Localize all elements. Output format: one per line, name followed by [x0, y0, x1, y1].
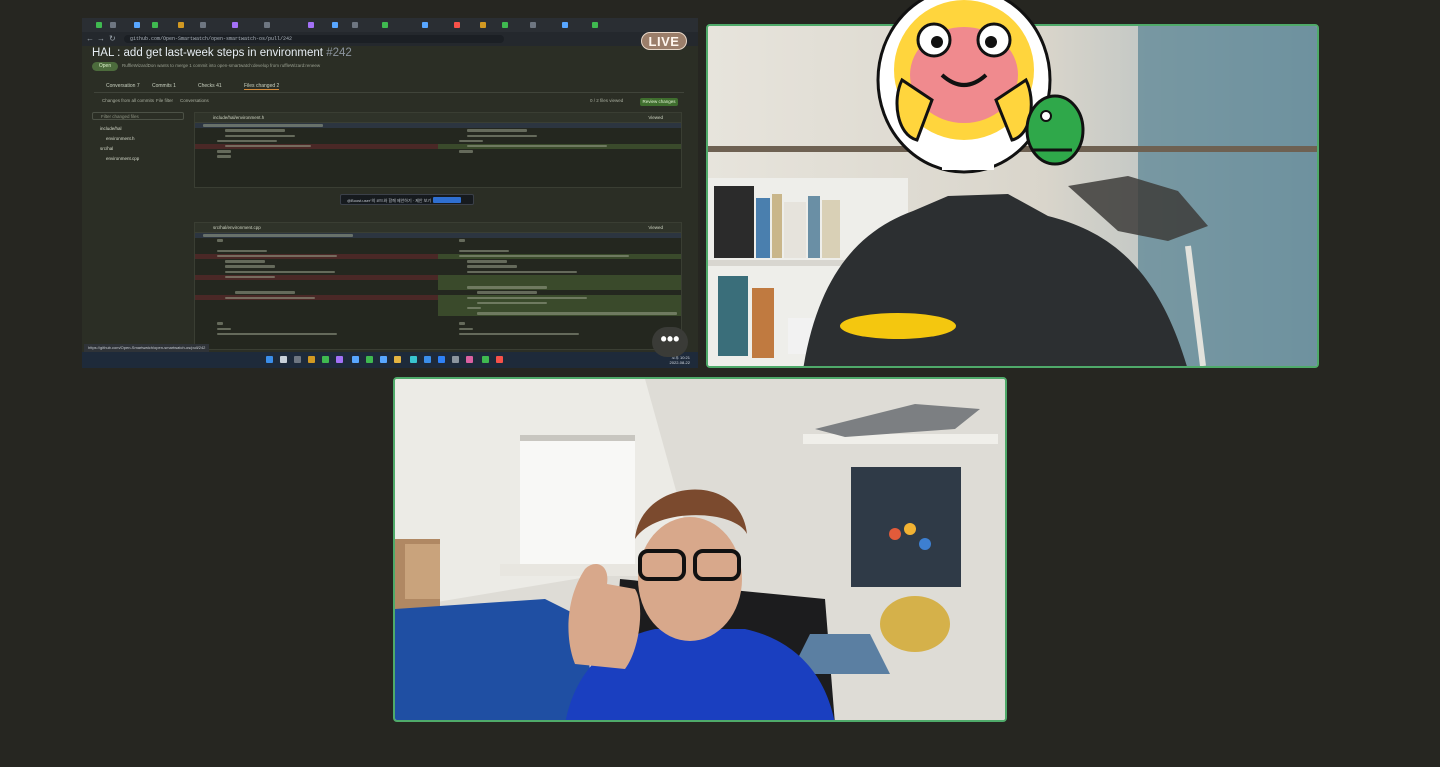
viewed-checkbox[interactable]: Viewed: [648, 223, 663, 232]
screen-share-tile[interactable]: ← → ↻ github.com/Open-Smartwatch/open-sm…: [82, 18, 698, 368]
viewed-checkbox[interactable]: Viewed: [648, 113, 663, 122]
app-icon[interactable]: [410, 356, 417, 363]
diff-header-environment-cpp: src/hal/environment.cpp Viewed: [195, 223, 681, 233]
diff-file-name: src/hal/environment.cpp: [213, 225, 261, 230]
app-icon[interactable]: [466, 356, 473, 363]
app-icon[interactable]: [394, 356, 401, 363]
app-icon[interactable]: [380, 356, 387, 363]
github-pr-page: HAL : add get last-week steps in environ…: [82, 46, 698, 354]
link-hover-status: https://github.com/Open-Smartwatch/open-…: [84, 344, 210, 352]
tab-commits-label: Commits: [152, 83, 172, 89]
tab-commits-count: 1: [173, 83, 176, 89]
app-icon[interactable]: [452, 356, 459, 363]
files-viewed-count: 0 / 2 files viewed: [590, 98, 624, 103]
app-icon[interactable]: [352, 356, 359, 363]
more-options-button[interactable]: •••: [652, 327, 688, 357]
diff-header-environment-h: include/hal/environment.h Viewed: [195, 113, 681, 123]
clock-date: 2022-08-22: [669, 360, 690, 365]
tab-conversation-label: Conversation: [106, 83, 136, 89]
task-view-icon[interactable]: [294, 356, 301, 363]
start-icon[interactable]: [266, 356, 273, 363]
search-icon[interactable]: [280, 356, 287, 363]
tab-checks-label: Checks: [198, 83, 215, 89]
diff-block-environment-h: include/hal/environment.h Viewed: [194, 112, 682, 188]
tab-checks[interactable]: Checks 41: [198, 83, 222, 89]
app-icon[interactable]: [366, 356, 373, 363]
url-field[interactable]: github.com/Open-Smartwatch/open-smartwat…: [124, 35, 504, 43]
pr-state-badge: Open: [92, 62, 118, 71]
tree-folder-src-hal[interactable]: src/hal: [92, 144, 188, 154]
app-icon[interactable]: [482, 356, 489, 363]
changes-from-dropdown[interactable]: Changes from all commits: [102, 98, 154, 103]
diff-file-name: include/hal/environment.h: [213, 115, 265, 120]
pr-number: #242: [326, 47, 352, 59]
app-icon[interactable]: [438, 356, 445, 363]
diff-line: [195, 159, 681, 164]
tab-files-label: Files changed: [244, 83, 276, 89]
tooltip-action-button[interactable]: [433, 197, 461, 203]
review-changes-button[interactable]: Review changes: [640, 98, 678, 106]
explorer-icon[interactable]: [308, 356, 315, 363]
pr-subtitle: RuffleWizardDon wants to merge 1 commit …: [122, 63, 321, 68]
forward-icon[interactable]: →: [97, 34, 105, 43]
camera-feed-2: [395, 379, 1005, 720]
app-icon[interactable]: [322, 356, 329, 363]
pr-title: HAL : add get last-week steps in environ…: [92, 47, 352, 59]
tab-files-count: 2: [276, 83, 280, 89]
back-icon[interactable]: ←: [86, 34, 94, 43]
windows-taskbar: https://github.com/Open-Smartwatch/open-…: [82, 344, 698, 368]
app-icon[interactable]: [424, 356, 431, 363]
conversations-dropdown[interactable]: Conversations: [180, 98, 209, 103]
reload-icon[interactable]: ↻: [109, 34, 116, 43]
more-icon: •••: [660, 329, 680, 349]
file-tree: Filter changed files include/hal environ…: [92, 112, 188, 312]
sticker-face-icon: [876, 0, 1085, 174]
tree-file-environment-h[interactable]: environment.h: [92, 134, 188, 144]
diff-toolbar: Changes from all commits File filter Con…: [92, 98, 682, 107]
tree-file-environment-cpp[interactable]: environment.cpp: [92, 154, 188, 164]
tab-commits[interactable]: Commits 1: [152, 83, 176, 89]
diff-line: [195, 332, 681, 337]
tooltip-text: @Boost.user“의 코드와 함께 제안하기 · 제안 보기: [347, 198, 432, 203]
tab-conversation-count: 7: [136, 83, 140, 89]
participant-video-2[interactable]: [393, 377, 1007, 722]
tab-checks-count: 41: [216, 83, 222, 89]
tab-files-changed[interactable]: Files changed 2: [244, 83, 280, 90]
tree-folder-include-hal[interactable]: include/hal: [92, 124, 188, 134]
filter-files-input[interactable]: Filter changed files: [92, 112, 184, 120]
live-badge: LIVE: [641, 32, 687, 50]
browser-address-bar: ← → ↻ github.com/Open-Smartwatch/open-sm…: [82, 32, 698, 46]
browser-tab-strip: [82, 18, 698, 32]
diff-block-environment-cpp: src/hal/environment.cpp Viewed: [194, 222, 682, 350]
tab-conversation[interactable]: Conversation 7: [106, 83, 140, 89]
file-filter-dropdown[interactable]: File filter: [156, 98, 173, 103]
suggestion-tooltip: @Boost.user“의 코드와 함께 제안하기 · 제안 보기: [340, 194, 474, 205]
pr-tab-bar: Conversation 7 Commits 1 Checks 41 Files…: [94, 82, 684, 93]
pr-title-text: HAL : add get last-week steps in environ…: [92, 47, 323, 59]
censor-blob-icon: [840, 313, 956, 339]
app-icon[interactable]: [336, 356, 343, 363]
app-icon[interactable]: [496, 356, 503, 363]
